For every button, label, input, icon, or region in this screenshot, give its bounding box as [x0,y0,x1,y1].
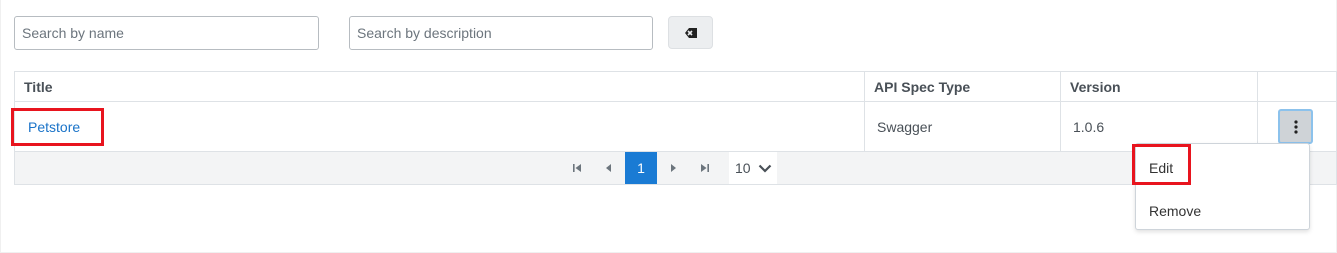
eraser-icon [684,27,697,38]
column-header-spec-type[interactable]: API Spec Type [865,72,1061,101]
clear-filters-button[interactable] [668,16,713,49]
highlight-box-title [11,108,104,146]
highlight-box-edit [1132,144,1191,185]
last-page-icon [701,164,709,172]
column-header-title[interactable]: Title [15,72,865,101]
prev-page-icon [606,164,611,172]
rows-per-page-select[interactable]: 10 [729,152,777,184]
chevron-down-icon [758,164,771,173]
last-page-button[interactable] [689,152,721,184]
spec-type-cell: Swagger [865,102,1061,151]
next-page-icon [671,164,676,172]
menu-item-remove[interactable]: Remove [1136,195,1309,227]
page-button-current[interactable]: 1 [625,152,657,184]
kebab-menu-icon [1293,119,1298,134]
column-header-actions [1258,72,1336,101]
first-page-button[interactable] [561,152,593,184]
first-page-icon [573,164,581,172]
next-page-button[interactable] [657,152,689,184]
prev-page-button[interactable] [593,152,625,184]
title-cell: Petstore [15,102,865,151]
search-by-name-input[interactable] [14,16,319,50]
search-by-description-input[interactable] [349,16,653,50]
row-actions-button[interactable] [1278,109,1313,144]
table-header: Title API Spec Type Version [15,72,1336,102]
rows-per-page-value: 10 [735,160,751,176]
column-header-version[interactable]: Version [1061,72,1258,101]
